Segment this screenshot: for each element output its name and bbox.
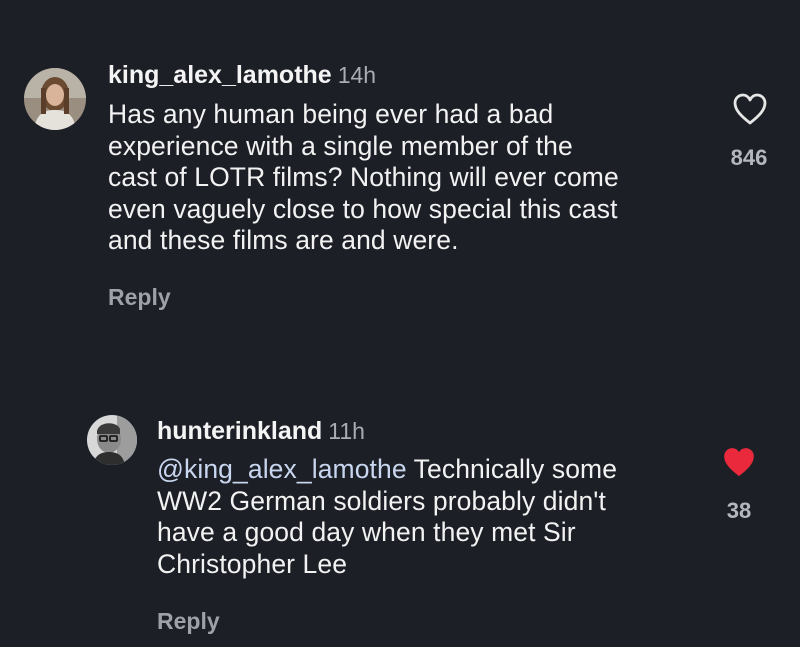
comment-line: experience with a single member of the <box>108 130 573 161</box>
comment-text: @king_alex_lamothe Technically some WW2 … <box>157 454 717 580</box>
comment-line: @king_alex_lamothe Technically some <box>157 454 717 486</box>
comment-line: and these films are and were. <box>108 225 459 255</box>
mention-link[interactable]: @king_alex_lamothe <box>157 454 407 484</box>
heart-filled-icon <box>724 448 754 476</box>
timestamp: 14h <box>337 62 377 88</box>
comment-text: Has any human being ever had a bad exper… <box>108 99 708 257</box>
reply-button[interactable]: Reply <box>157 608 220 635</box>
like-button[interactable] <box>732 92 768 126</box>
comment-header: king_alex_lamothe 14h <box>108 60 376 90</box>
like-count: 846 <box>730 145 768 170</box>
comment-line: cast of LOTR films? Nothing will ever co… <box>108 162 619 192</box>
comment-line: Has any human being ever had a bad <box>108 99 554 129</box>
heart-outline-icon <box>733 93 767 125</box>
like-button[interactable] <box>722 446 756 478</box>
timestamp: 11h <box>328 418 365 444</box>
avatar[interactable] <box>24 68 86 130</box>
username[interactable]: hunterinkland <box>157 417 322 445</box>
username[interactable]: king_alex_lamothe <box>108 61 332 89</box>
comment-line-text: Technically some <box>406 454 618 484</box>
comment-line: Christopher Lee <box>157 548 348 579</box>
like-count: 38 <box>726 498 752 523</box>
avatar[interactable] <box>87 415 137 465</box>
comment-header: hunterinkland 11h <box>157 416 365 446</box>
comment-line: WW2 German soldiers probably didn't <box>157 485 606 516</box>
comment-line: have a good day when they met Sir <box>157 517 576 547</box>
reply-button[interactable]: Reply <box>108 284 171 311</box>
comment-line: even vaguely close to how special this c… <box>108 193 618 224</box>
